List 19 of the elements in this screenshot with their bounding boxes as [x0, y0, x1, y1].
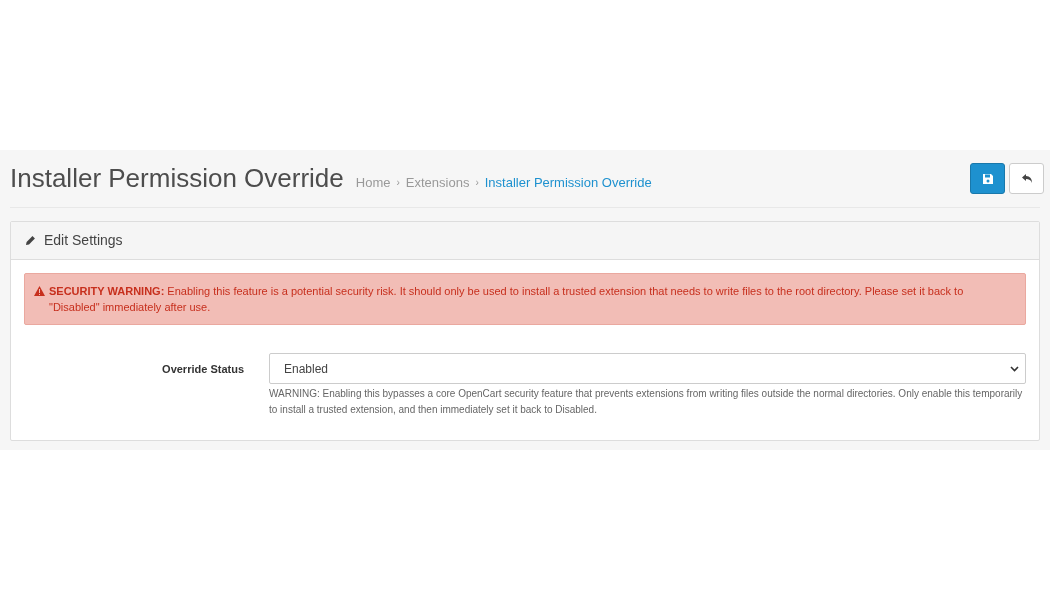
alert-text: SECURITY WARNING: Enabling this feature is a potential security risk. It should only be used to install a trusted extension that needs to write files to the root directory. Please set it back to "Disabled" immediately after use.: [49, 284, 965, 315]
breadcrumb-link[interactable]: Installer Permission Override: [484, 172, 652, 193]
breadcrumb-link[interactable]: Extensions: [405, 172, 470, 193]
breadcrumb-separator: ›: [396, 176, 400, 190]
save-icon: [981, 172, 994, 185]
help-text: WARNING: Enabling this bypasses a core OpenCart security feature that prevents extensions from writing files outside the normal directories. Only enable this temporarily to install a trusted extension, and then immediately set it back to Disabled.: [269, 387, 1024, 417]
panel-title: Edit Settings: [44, 231, 123, 250]
save-button[interactable]: [970, 163, 1005, 194]
breadcrumb-link[interactable]: Home: [355, 172, 391, 193]
field-label: Override Status: [161, 362, 245, 377]
page-title: Installer Permission Override: [10, 162, 344, 195]
breadcrumb-separator: ›: [475, 176, 479, 190]
pencil-icon: [25, 235, 36, 246]
status-select[interactable]: Enabled: [269, 353, 1026, 384]
warning-icon: [34, 286, 45, 296]
chevron-down-icon: [1010, 365, 1019, 372]
select-value: Enabled: [284, 360, 329, 378]
reply-icon: [1020, 173, 1033, 184]
back-button[interactable]: [1009, 163, 1044, 194]
